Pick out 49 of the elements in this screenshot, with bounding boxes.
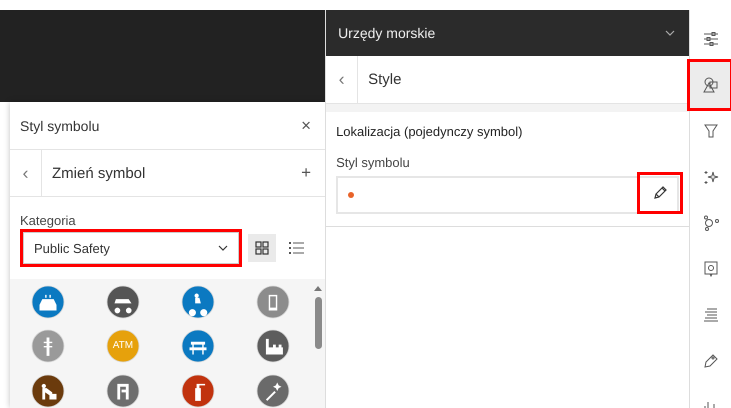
symbol-option[interactable]: [256, 329, 290, 364]
symbol-option[interactable]: [30, 374, 65, 408]
symbol-option[interactable]: [181, 329, 216, 364]
symbol-option[interactable]: [181, 374, 216, 408]
field-label: Kategoria: [20, 213, 77, 228]
symbol-option[interactable]: [30, 285, 65, 319]
sparkle-icon: [266, 382, 282, 401]
symbol-option[interactable]: [106, 285, 140, 319]
back-button[interactable]: ‹: [326, 56, 358, 103]
pencil-icon: [652, 185, 668, 201]
symbol-option[interactable]: [181, 285, 216, 319]
sparkle-icon: [702, 168, 720, 186]
extinguisher-icon: [195, 384, 206, 401]
factory-icon: [266, 339, 284, 355]
field-label: Styl symbolu: [336, 155, 411, 170]
toolbar-button[interactable]: [690, 62, 731, 108]
tag-icon: [702, 352, 720, 370]
category-dropdown[interactable]: Public Safety: [23, 232, 239, 264]
bench-icon: [190, 342, 207, 355]
person-icon: [41, 384, 56, 400]
chevron-icon: [665, 30, 675, 36]
phone-icon: [269, 294, 278, 310]
panel-title: Styl symbolu: [20, 118, 100, 134]
symbol-field[interactable]: [336, 176, 679, 214]
scrollbar-thumb[interactable]: [314, 297, 322, 349]
symbol-option[interactable]: [256, 374, 290, 408]
add-button[interactable]: +: [301, 163, 312, 183]
symbol-label: ATM: [112, 340, 134, 352]
back-button[interactable]: ‹: [10, 150, 42, 196]
sliders-icon: [702, 30, 720, 48]
list-icon: [288, 241, 304, 255]
filter-icon: [702, 122, 720, 140]
chevron-icon: [218, 245, 228, 251]
text-lines-icon: [702, 306, 720, 324]
tower-icon: [43, 338, 52, 356]
settings-icon: [702, 260, 720, 278]
grid-view-button[interactable]: [248, 234, 276, 262]
shapes-icon: [702, 76, 720, 94]
card-heading: Lokalizacja (pojedynczy symbol): [336, 124, 524, 139]
symbol-option[interactable]: [106, 374, 140, 408]
close-button[interactable]: ×: [301, 116, 312, 136]
layer-title: Urzędy morskie: [338, 25, 436, 41]
symbol-swatch: [348, 192, 354, 198]
section-title: Style: [367, 71, 402, 88]
panel-subtitle: Zmień symbol: [51, 164, 146, 182]
nodes-icon: [702, 214, 720, 232]
layer-header[interactable]: Urzędy morskie: [326, 10, 689, 56]
scroll-up-icon[interactable]: [313, 285, 324, 291]
grid-icon: [255, 241, 269, 255]
